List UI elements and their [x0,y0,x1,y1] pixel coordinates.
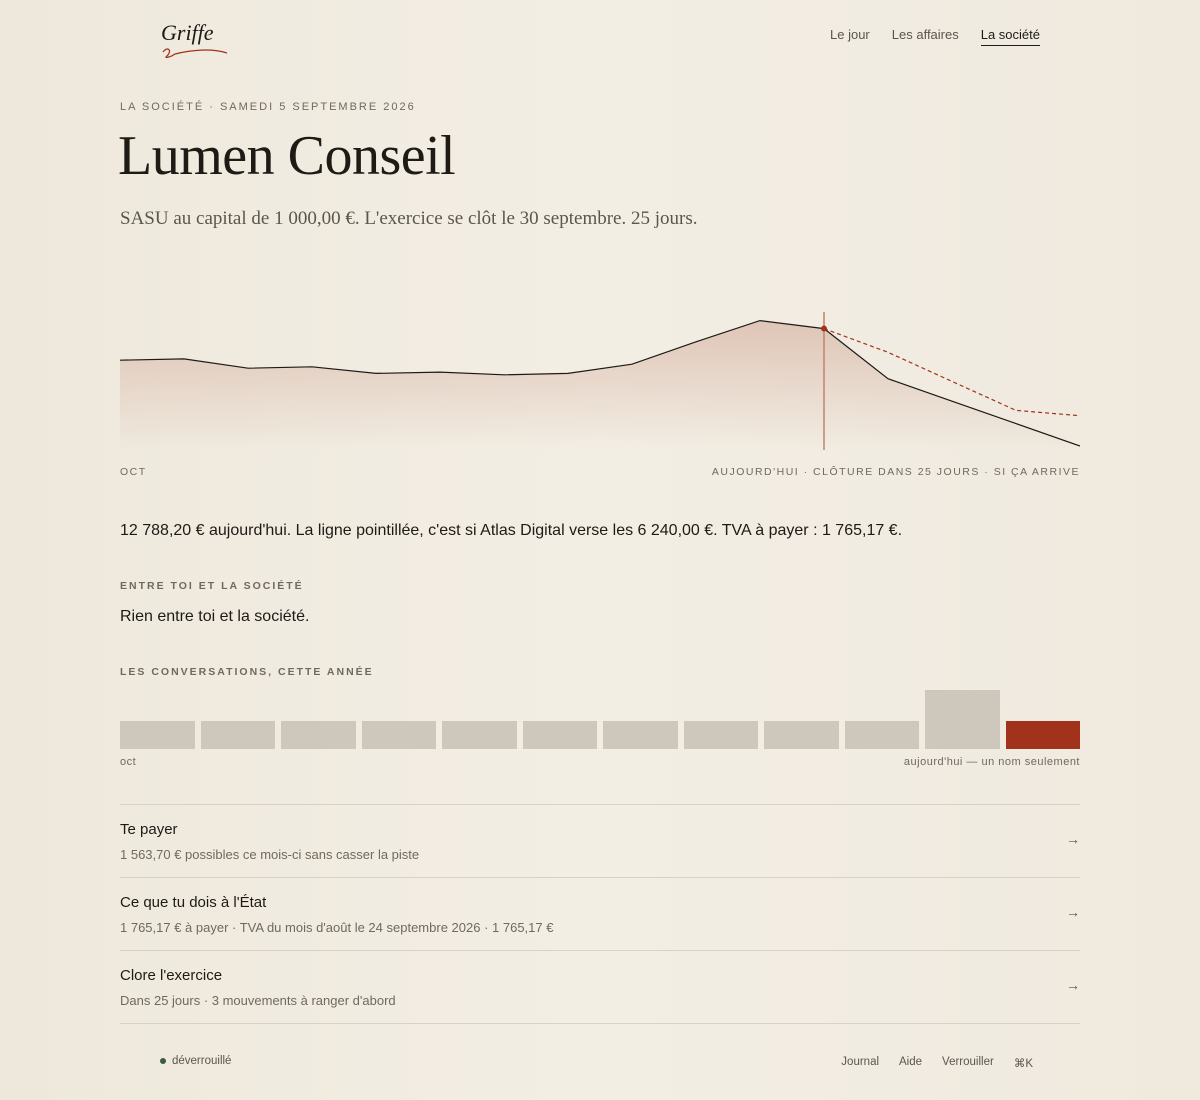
conversation-bar[interactable] [120,720,195,749]
footer-link-aide[interactable]: Aide [899,1056,922,1070]
action-subtitle: 1 563,70 € possibles ce mois-ci sans cas… [120,847,420,862]
page-eyebrow: LA SOCIÉTÉ · SAMEDI 5 SEPTEMBRE 2026 [120,101,416,113]
chart-label-start: OCT [120,466,147,478]
footer-link-journal[interactable]: Journal [841,1056,879,1070]
arrow-right-icon: → [1066,831,1080,847]
action-etat[interactable]: Ce que tu dois à l'État 1 765,17 € à pay… [120,878,1080,951]
nav-la-societe[interactable]: La société [980,27,1040,46]
chart-label-end: AUJOURD'HUI · CLÔTURE DANS 25 JOURS · SI… [711,466,1080,478]
lock-status-label: déverrouillé [172,1055,232,1067]
lock-status: déverrouillé [160,1055,231,1067]
nav-le-jour[interactable]: Le jour [830,27,870,46]
between-text: Rien entre toi et la société. [120,608,310,625]
action-subtitle: Dans 25 jours · 3 mouvements à ranger d'… [120,993,396,1008]
nav-les-affaires[interactable]: Les affaires [892,27,959,46]
cash-summary: 12 788,20 € aujourd'hui. La ligne pointi… [120,522,903,539]
bars-label-end: aujourd'hui — un nom seulement [903,756,1080,768]
page-title: Lumen Conseil [118,125,456,187]
conversation-bar[interactable] [361,720,436,749]
conversation-bar[interactable] [200,720,275,749]
conversation-bar[interactable] [844,720,919,749]
footer-link-command-palette[interactable]: ⌘K [1014,1056,1033,1070]
conversation-bar[interactable] [683,720,758,749]
footer-links: Journal Aide Verrouiller ⌘K [841,1056,1033,1070]
chart-today-marker [821,325,827,332]
conversations-bars [120,690,1080,749]
conversation-bar[interactable] [1005,720,1080,749]
conversation-bar[interactable] [925,690,1000,749]
conversation-bar[interactable] [522,720,597,749]
status-dot-icon [160,1058,166,1064]
conversations-section-label: LES CONVERSATIONS, CETTE ANNÉE [120,666,374,678]
conversation-bar[interactable] [281,720,356,749]
footer-link-verrouiller[interactable]: Verrouiller [942,1056,994,1070]
action-title: Te payer [120,821,178,838]
conversation-bar[interactable] [603,720,678,749]
action-subtitle: 1 765,17 € à payer · TVA du mois d'août … [120,920,554,935]
logo-flourish-icon [162,48,228,59]
action-title: Clore l'exercice [120,967,223,984]
actions-list: Te payer 1 563,70 € possibles ce mois-ci… [120,804,1080,1024]
action-te-payer[interactable]: Te payer 1 563,70 € possibles ce mois-ci… [120,805,1080,878]
cash-chart [120,312,1080,450]
bars-label-start: oct [120,756,137,768]
arrow-right-icon: → [1066,904,1080,920]
chart-area-fill [120,320,1080,450]
conversation-bar[interactable] [764,720,839,749]
conversation-bar[interactable] [442,720,517,749]
page-subtitle: SASU au capital de 1 000,00 €. L'exercic… [120,208,698,229]
main-nav: Le jour Les affaires La société [830,27,1040,46]
action-title: Ce que tu dois à l'État [120,894,267,911]
arrow-right-icon: → [1066,977,1080,993]
action-clore-exercice[interactable]: Clore l'exercice Dans 25 jours · 3 mouve… [120,951,1080,1024]
logo[interactable]: Griffe [161,20,214,46]
between-section-label: ENTRE TOI ET LA SOCIÉTÉ [120,580,304,592]
